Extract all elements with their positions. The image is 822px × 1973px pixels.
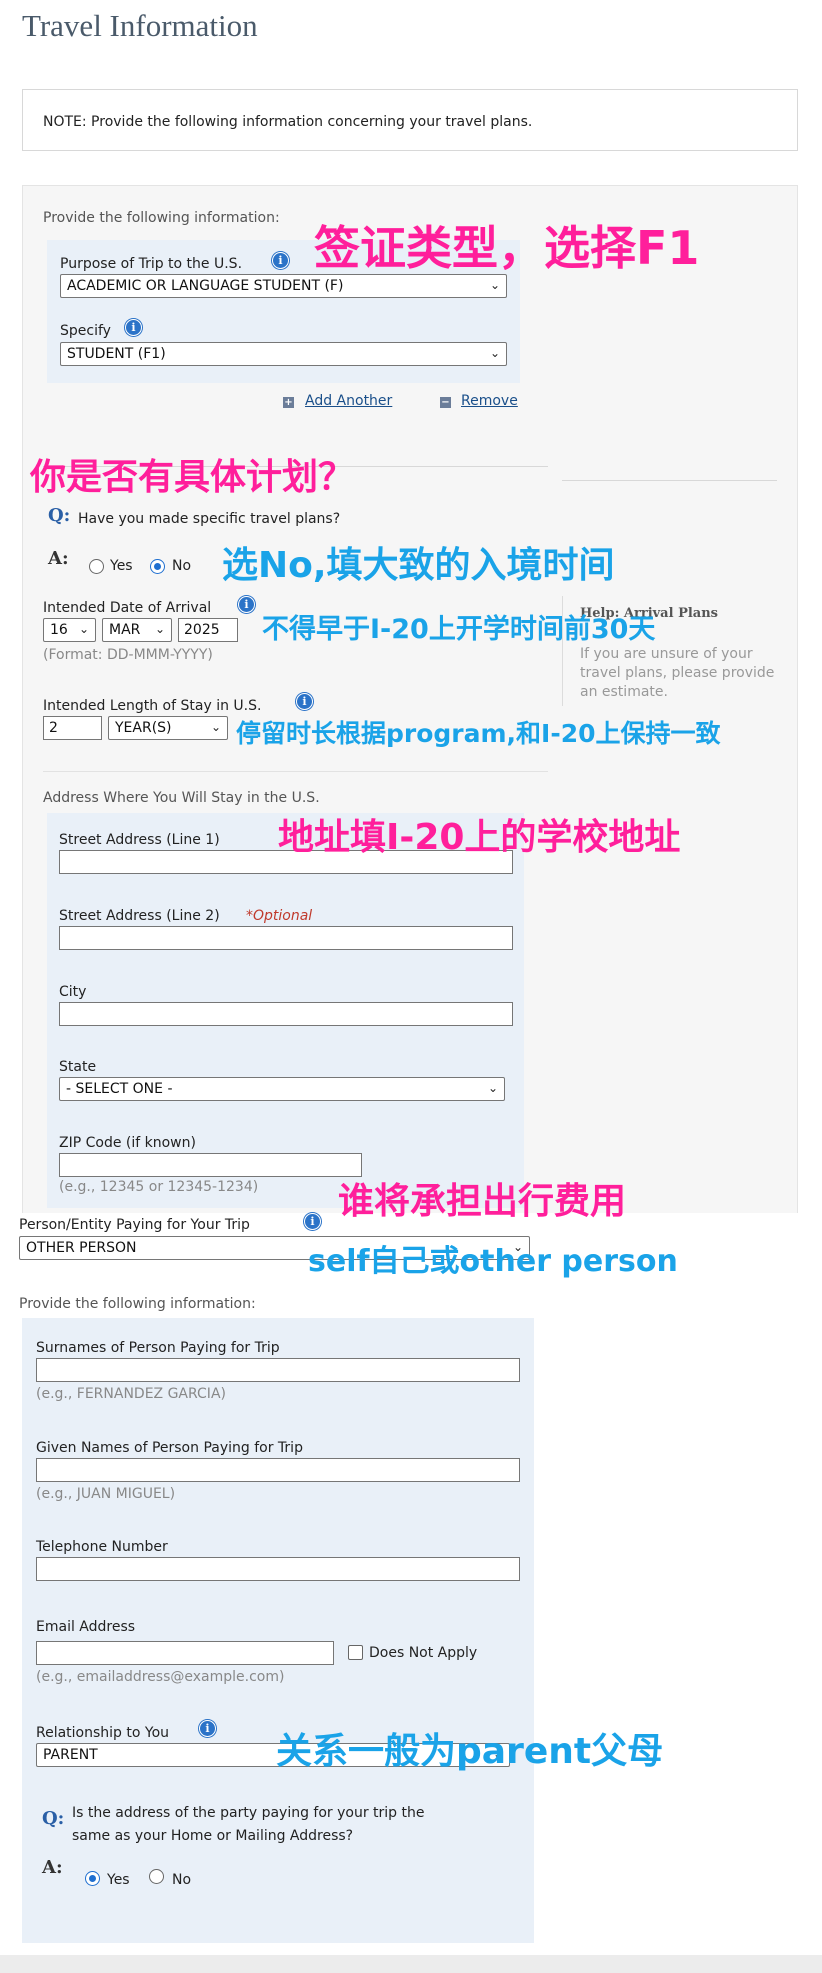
info-icon[interactable]: i <box>304 1213 321 1230</box>
phone-label: Telephone Number <box>36 1539 168 1555</box>
surname-label: Surnames of Person Paying for Trip <box>36 1340 280 1356</box>
date-format-hint: (Format: DD-MMM-YYYY) <box>43 647 213 663</box>
state-select[interactable]: - SELECT ONE - ⌄ <box>59 1077 505 1101</box>
radio-no-label: No <box>172 558 192 574</box>
street2-input[interactable] <box>59 926 513 950</box>
paying-label: Person/Entity Paying for Your Trip <box>19 1217 250 1233</box>
minus-icon: − <box>440 397 451 408</box>
chevron-down-icon: ⌄ <box>487 1081 498 1095</box>
given-name-input[interactable] <box>36 1458 520 1482</box>
annotation-visa-type: 签证类型，选择F1 <box>314 221 700 275</box>
note-box: NOTE: Provide the following information … <box>22 89 798 151</box>
chevron-down-icon: ⌄ <box>210 720 221 734</box>
annotation-self-or-other: self自己或other person <box>308 1244 678 1279</box>
arrival-day-select[interactable]: 16 ⌄ <box>43 618 96 642</box>
state-select-value: - SELECT ONE - <box>66 1081 173 1097</box>
purpose-label: Purpose of Trip to the U.S. <box>60 256 243 272</box>
note-text: NOTE: Provide the following information … <box>43 114 533 130</box>
purpose-select-value: ACADEMIC OR LANGUAGE STUDENT (F) <box>67 278 344 294</box>
arrival-month-select[interactable]: MAR ⌄ <box>102 618 172 642</box>
optional-marker: *Optional <box>246 908 313 924</box>
stay-unit-select[interactable]: YEAR(S) ⌄ <box>108 716 228 740</box>
zip-input[interactable] <box>59 1153 362 1177</box>
radio-yes-label: Yes <box>110 558 133 574</box>
question-marker: Q: <box>48 505 71 526</box>
arrival-year-input[interactable]: 2025 <box>178 618 238 642</box>
specify-select-value: STUDENT (F1) <box>67 346 166 362</box>
plus-icon: + <box>283 397 294 408</box>
annotation-specific-plan: 你是否有具体计划？ <box>30 457 355 498</box>
specify-select[interactable]: STUDENT (F1) ⌄ <box>60 342 507 366</box>
payer-address-question-line2: same as your Home or Mailing Address? <box>72 1828 354 1844</box>
radio-no[interactable] <box>149 1869 164 1884</box>
stay-unit-value: YEAR(S) <box>115 720 172 736</box>
street1-label: Street Address (Line 1) <box>59 832 220 848</box>
info-icon[interactable]: i <box>125 319 142 336</box>
radio-yes-label: Yes <box>107 1872 130 1888</box>
does-not-apply-label: Does Not Apply <box>369 1645 478 1661</box>
chevron-down-icon: ⌄ <box>489 346 500 360</box>
radio-no[interactable] <box>150 559 165 574</box>
email-example: (e.g., emailaddress@example.com) <box>36 1669 285 1685</box>
state-label: State <box>59 1059 97 1075</box>
radio-yes[interactable] <box>85 1871 100 1886</box>
annotation-who-pays: 谁将承担出行费用 <box>338 1181 627 1222</box>
info-icon[interactable]: i <box>272 252 289 269</box>
divider <box>43 771 548 772</box>
divider <box>562 480 777 481</box>
remove-link[interactable]: Remove <box>461 393 518 409</box>
relationship-label: Relationship to You <box>36 1725 170 1741</box>
annotation-stay-length: 停留时长根据program,和I-20上保持一致 <box>236 719 721 748</box>
address-section-title: Address Where You Will Stay in the U.S. <box>43 790 320 806</box>
chevron-down-icon: ⌄ <box>154 622 165 636</box>
does-not-apply-checkbox[interactable] <box>348 1645 363 1660</box>
info-icon[interactable]: i <box>296 693 313 710</box>
help-text: If you are unsure of your travel plans, … <box>580 646 775 700</box>
annotation-choose-no: 选No,填大致的入境时间 <box>222 545 615 586</box>
chevron-down-icon: ⌄ <box>78 622 89 636</box>
arrival-day-value: 16 <box>50 622 68 638</box>
specify-label: Specify <box>60 323 111 339</box>
surname-input[interactable] <box>36 1358 520 1382</box>
add-another-link[interactable]: Add Another <box>305 393 392 409</box>
zip-example: (e.g., 12345 or 12345-1234) <box>59 1179 259 1195</box>
annotation-address: 地址填I-20上的学校地址 <box>278 817 681 858</box>
bottom-edge <box>0 1955 822 1973</box>
info-icon[interactable]: i <box>199 1720 216 1737</box>
relationship-select-value: PARENT <box>43 1747 98 1763</box>
payer-address-question-line1: Is the address of the party paying for y… <box>72 1805 425 1821</box>
street2-label: Street Address (Line 2) <box>59 908 220 924</box>
info-icon[interactable]: i <box>238 596 255 613</box>
city-label: City <box>59 984 87 1000</box>
given-name-example: (e.g., JUAN MIGUEL) <box>36 1486 176 1502</box>
arrival-month-value: MAR <box>109 622 141 638</box>
purpose-subtitle: Provide the following information: <box>43 210 280 226</box>
annotation-relationship: 关系一般为parent父母 <box>276 1731 664 1772</box>
annotation-not-earlier: 不得早于I-20上开学时间前30天 <box>262 614 656 645</box>
answer-marker: A: <box>42 1857 63 1878</box>
email-label: Email Address <box>36 1619 136 1635</box>
given-name-label: Given Names of Person Paying for Trip <box>36 1440 303 1456</box>
page-title: Travel Information <box>22 8 258 43</box>
email-input[interactable] <box>36 1641 334 1665</box>
surname-example: (e.g., FERNANDEZ GARCIA) <box>36 1386 226 1402</box>
arrival-date-label: Intended Date of Arrival <box>43 600 212 616</box>
stay-length-label: Intended Length of Stay in U.S. <box>43 698 262 714</box>
zip-label: ZIP Code (if known) <box>59 1135 196 1151</box>
radio-yes[interactable] <box>89 559 104 574</box>
paying-select-value: OTHER PERSON <box>26 1240 137 1256</box>
city-input[interactable] <box>59 1002 513 1026</box>
question-marker: Q: <box>42 1808 65 1829</box>
answer-marker: A: <box>48 548 69 569</box>
phone-input[interactable] <box>36 1557 520 1581</box>
stay-length-input[interactable]: 2 <box>43 716 102 740</box>
travel-plans-question: Have you made specific travel plans? <box>78 511 341 527</box>
radio-no-label: No <box>172 1872 192 1888</box>
payer-subtitle: Provide the following information: <box>19 1296 256 1312</box>
